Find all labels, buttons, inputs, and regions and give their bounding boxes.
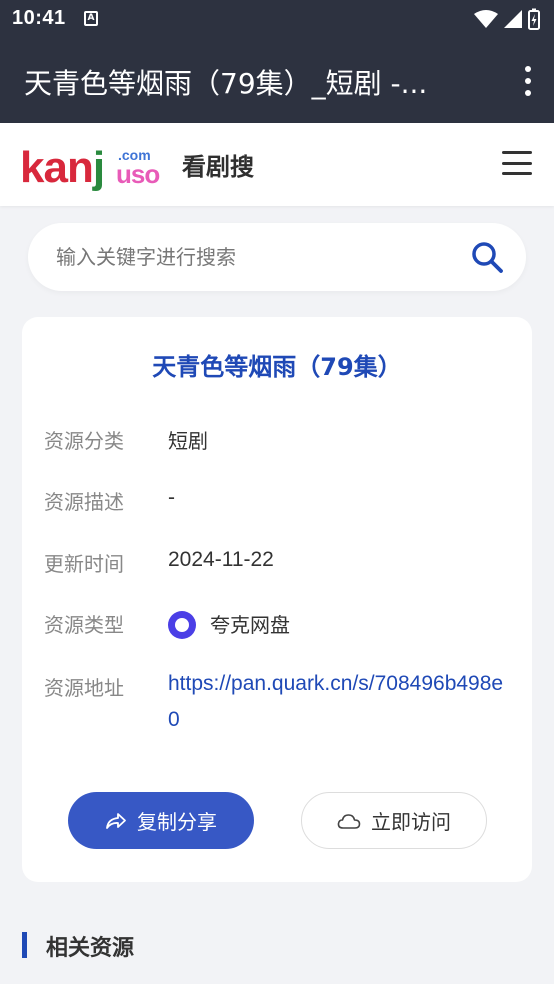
logo-j: j	[92, 143, 105, 192]
app-bar: 天青色等烟雨（79集）_短剧 -...	[0, 38, 554, 123]
resource-url-link[interactable]: https://pan.quark.cn/s/708496b498e0	[168, 666, 508, 738]
field-value: 夸克网盘	[210, 613, 290, 637]
notification-a-icon: A	[84, 11, 98, 26]
battery-icon	[528, 8, 540, 30]
visit-now-button[interactable]: 立即访问	[301, 792, 487, 849]
quark-drive-icon	[168, 611, 196, 639]
resource-card: 天青色等烟雨（79集） 资源分类 短剧 资源描述 - 更新时间 2024-11-…	[22, 317, 532, 882]
field-label: 资源描述	[44, 490, 124, 514]
site-header: kanj .com uso 看剧搜	[0, 123, 554, 206]
heading-accent-bar	[22, 932, 27, 958]
copy-share-button[interactable]: 复制分享	[68, 792, 254, 849]
site-logo[interactable]: kanj .com uso	[20, 139, 162, 195]
wifi-icon	[474, 10, 498, 28]
site-name: 看剧搜	[182, 153, 254, 181]
status-bar: 10:41 A	[0, 0, 554, 38]
copy-share-label: 复制分享	[137, 810, 217, 834]
field-label: 资源地址	[44, 676, 124, 700]
search-input[interactable]	[56, 237, 456, 277]
status-time: 10:41	[12, 7, 66, 29]
field-value: 2024-11-22	[168, 548, 274, 571]
system-icons	[474, 8, 540, 30]
visit-now-label: 立即访问	[371, 810, 451, 834]
page-title: 天青色等烟雨（79集）_短剧 -...	[24, 67, 428, 100]
signal-icon	[504, 10, 522, 28]
resource-title: 天青色等烟雨（79集）	[152, 353, 402, 381]
field-value: -	[168, 486, 175, 509]
share-icon	[106, 812, 126, 829]
logo-kan: kan	[20, 143, 94, 192]
related-title: 相关资源	[46, 936, 135, 961]
cloud-icon	[337, 813, 361, 829]
search-bar	[28, 223, 526, 291]
search-icon[interactable]	[470, 240, 504, 274]
field-label: 更新时间	[44, 552, 124, 576]
logo-uso: uso	[116, 159, 160, 189]
field-label: 资源分类	[44, 429, 124, 453]
field-label: 资源类型	[44, 613, 124, 637]
hamburger-menu-icon[interactable]	[502, 151, 532, 175]
field-value: 短剧	[168, 429, 208, 453]
more-options-icon[interactable]	[524, 66, 532, 96]
